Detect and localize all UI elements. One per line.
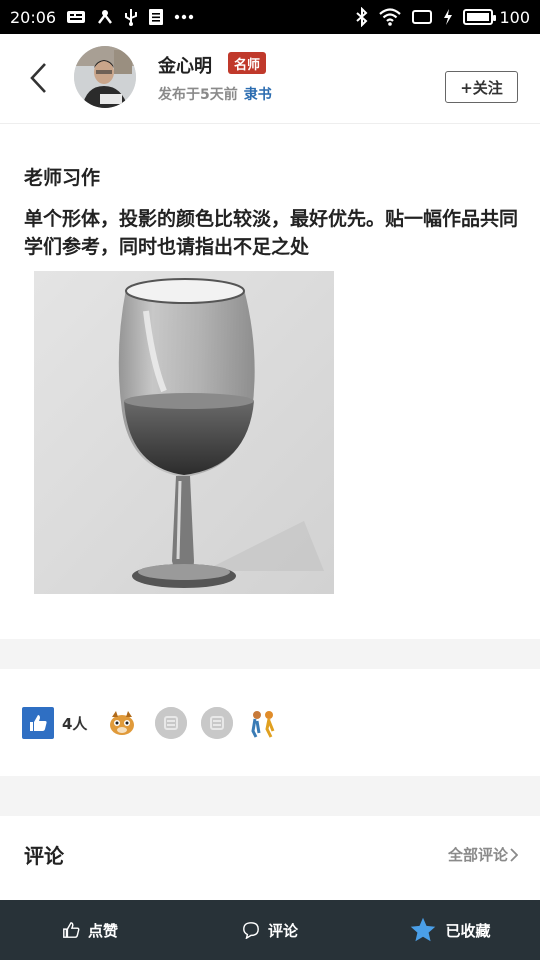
thumbs-up-icon <box>30 715 47 731</box>
thumbs-up-outline-icon <box>63 922 80 938</box>
like-count-button[interactable] <box>22 707 54 739</box>
gallery-icon <box>66 9 86 25</box>
more-dots-icon <box>174 14 194 20</box>
charging-icon <box>443 8 453 26</box>
speech-bubble-icon <box>243 922 259 939</box>
comments-title: 评论 <box>24 844 64 868</box>
favorite-label: 已收藏 <box>445 921 491 940</box>
section-divider <box>0 639 540 669</box>
chevron-right-icon <box>510 847 518 862</box>
battery-indicator: 100 <box>463 8 530 27</box>
post-image[interactable] <box>34 271 334 594</box>
follow-button[interactable]: +关注 <box>445 71 518 103</box>
back-button[interactable] <box>18 56 58 100</box>
comments-section: 评论 全部评论 <box>0 816 540 900</box>
status-time: 20:06 <box>10 7 57 27</box>
star-icon <box>411 917 436 942</box>
comment-button[interactable]: 评论 <box>180 900 360 960</box>
comment-label: 评论 <box>267 921 298 940</box>
master-teacher-badge: 名师 <box>228 52 267 74</box>
network-tree-icon <box>96 9 114 25</box>
liker-avatar[interactable] <box>201 707 233 739</box>
like-button[interactable]: 点赞 <box>0 900 180 960</box>
like-count: 4人 <box>62 715 88 733</box>
liker-avatar[interactable] <box>106 707 138 739</box>
category-link[interactable]: 隶书 <box>244 87 272 103</box>
post-meta: 发布于5天前 隶书 <box>158 84 272 104</box>
liker-avatar[interactable] <box>247 707 279 739</box>
post-body: 单个形体，投影的颜色比较淡，最好优先。贴一幅作品共同学们参考，同时也请指出不足之… <box>24 208 519 258</box>
liker-avatar[interactable] <box>155 707 187 739</box>
chevron-left-icon <box>30 63 46 93</box>
post-title: 老师习作 <box>24 167 101 189</box>
like-label: 点赞 <box>87 921 118 940</box>
likes-section: 4人 <box>0 669 540 776</box>
author-avatar[interactable] <box>74 46 136 108</box>
battery-icon <box>463 9 497 25</box>
all-comments-label: 全部评论 <box>447 846 508 864</box>
wifi-icon <box>379 8 402 26</box>
battery-level: 100 <box>499 7 530 27</box>
all-comments-link[interactable]: 全部评论 <box>448 844 518 865</box>
status-bar: 20:06 100 <box>0 0 540 34</box>
usb-icon <box>124 8 138 26</box>
section-divider <box>0 776 540 816</box>
publish-time: 发布于5天前 <box>158 87 238 103</box>
author-name[interactable]: 金心明 <box>158 52 212 78</box>
post-content: 老师习作 单个形体，投影的颜色比较淡，最好优先。贴一幅作品共同学们参考，同时也请… <box>0 125 540 639</box>
bluetooth-icon <box>355 7 369 27</box>
favorite-button[interactable]: 已收藏 <box>360 900 540 960</box>
screen-icon <box>411 9 433 25</box>
bottom-action-bar: 点赞 评论 已收藏 <box>0 900 540 960</box>
post-header: 金心明 名师 发布于5天前 隶书 +关注 <box>0 34 540 124</box>
document-icon <box>148 8 164 26</box>
